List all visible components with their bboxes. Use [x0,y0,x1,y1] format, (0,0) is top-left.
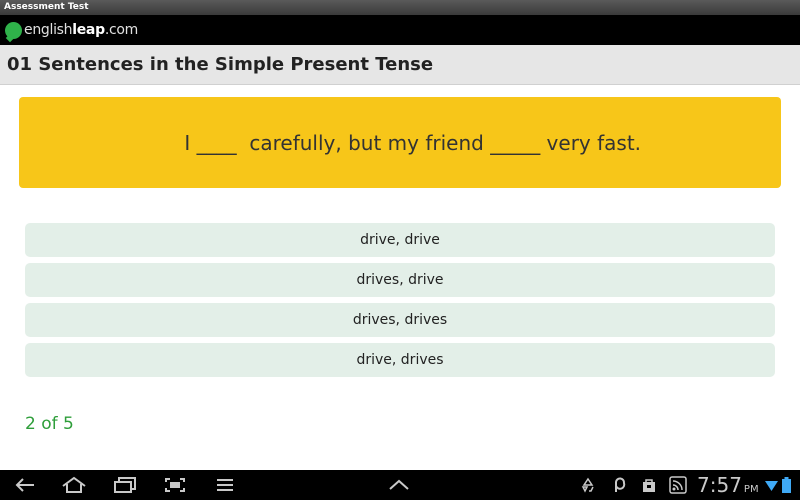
status-clock: 7:57 PM [697,473,759,502]
question-blank-1: ____ [196,130,237,155]
answer-option-4[interactable]: drive, drives [25,343,775,377]
question-segment-1: I [184,130,197,155]
home-icon[interactable] [61,474,87,496]
clock-time: 7:57 [697,473,742,497]
answer-option-3[interactable]: drives, drives [25,303,775,337]
p-icon [610,476,628,494]
question-segment-2: carefully, but my friend [236,130,491,155]
recent-apps-icon[interactable] [112,474,138,496]
back-arrow-icon[interactable] [12,474,38,496]
wifi-icon [764,476,778,494]
question-segment-3: very fast. [540,130,642,155]
brand-part-leap: leap [72,22,105,38]
system-navbar: 7:57 PM [0,470,800,500]
brand-logo-icon [5,21,22,39]
question-text: I ____ carefully, but my friend _____ ve… [159,107,641,179]
page-title: 01 Sentences in the Simple Present Tense [0,45,800,85]
clock-ampm: PM [743,484,759,495]
chevron-up-icon[interactable] [386,474,412,496]
screenshot-icon[interactable] [162,474,188,496]
feed-icon [668,476,688,494]
brand-bar: englishleap.com [0,15,800,45]
answer-option-1[interactable]: drive, drive [25,223,775,257]
brand-part-domain: .com [104,22,138,38]
question-box: I ____ carefully, but my friend _____ ve… [19,97,781,188]
menu-icon[interactable] [212,474,238,496]
question-progress: 2 of 5 [25,414,74,434]
battery-icon [780,476,792,494]
bag-icon [640,476,658,494]
window-title: Assessment Test [0,0,800,15]
answer-options: drive, drive drives, drive drives, drive… [25,223,775,383]
brand-logo-text: englishleap.com [24,22,138,38]
brand-part-english: english [24,22,73,38]
question-blank-2: _____ [490,130,541,155]
recycle-icon [579,476,597,494]
answer-option-2[interactable]: drives, drive [25,263,775,297]
